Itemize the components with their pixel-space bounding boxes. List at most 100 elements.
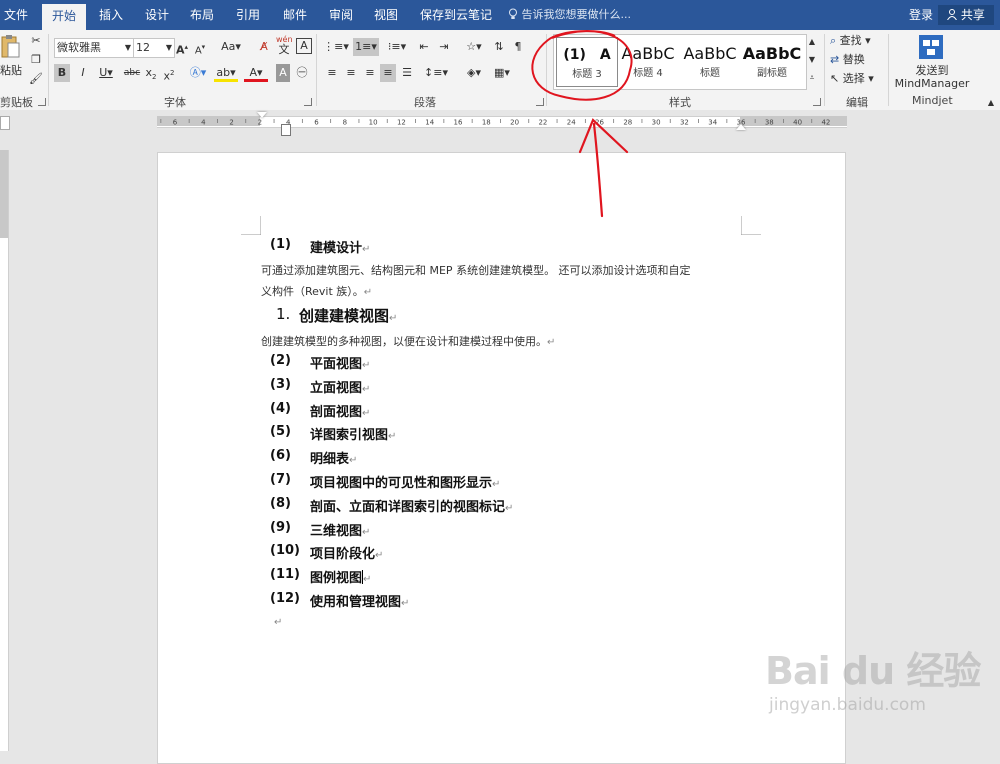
list-item-number: (6) [270, 448, 291, 464]
clear-format-icon[interactable]: A̸ [256, 38, 272, 56]
font-name-select[interactable]: 微软雅黑 ▼ [54, 38, 134, 58]
list-item[interactable]: 剖面、立面和详图索引的视图标记↵ [310, 496, 513, 515]
list-item[interactable]: 立面视图↵ [310, 377, 370, 396]
shading-icon[interactable]: ◈▾ [462, 64, 486, 82]
enclose-char-icon[interactable]: ㊀ [294, 64, 310, 82]
list-item[interactable]: 使用和管理视图↵ [310, 591, 409, 610]
list-item[interactable]: 详图索引视图↵ [310, 424, 396, 443]
copy-icon[interactable]: ❐ [28, 51, 44, 69]
style-heading4[interactable]: AaBbC 标题 4 [618, 37, 678, 85]
tab-references[interactable]: 引用 [236, 0, 260, 30]
paragraph2[interactable]: 创建建筑模型的多种视图，以便在设计和建模过程中使用。↵ [261, 333, 555, 349]
tab-selector[interactable] [0, 116, 10, 130]
underline-icon[interactable]: U▾ [95, 64, 117, 82]
list-item[interactable]: 项目阶段化↵ [310, 543, 383, 562]
mindmanager-icon[interactable] [918, 34, 944, 60]
numbering-icon[interactable]: 1≡▾ [353, 38, 379, 56]
find-button[interactable]: ⌕ 查找 ▾ [830, 32, 871, 50]
tab-home[interactable]: 开始 [42, 4, 87, 30]
chinese-layout-icon[interactable]: ☆▾ [462, 38, 486, 56]
highlight-icon[interactable]: ab▾ [214, 64, 238, 82]
tab-insert[interactable]: 插入 [99, 0, 123, 30]
tab-design[interactable]: 设计 [145, 0, 169, 30]
heading2[interactable]: 创建建模视图↵ [299, 305, 397, 326]
increase-indent-icon[interactable]: ⇥ [436, 38, 452, 56]
gallery-down-icon[interactable]: ▼ [806, 52, 818, 68]
cut-icon[interactable]: ✂ [28, 32, 44, 50]
first-line-indent-marker[interactable] [257, 112, 267, 118]
align-left-icon[interactable]: ≡ [324, 64, 340, 82]
tab-view[interactable]: 视图 [374, 0, 398, 30]
multilevel-list-icon[interactable]: ⁝≡▾ [384, 38, 410, 56]
ruler-label: 24 [567, 119, 576, 127]
format-painter-icon[interactable]: 🖌 [28, 70, 44, 88]
phonetic-guide-icon[interactable]: wén 文 [276, 35, 293, 56]
list-item[interactable]: 剖面视图↵ [310, 401, 370, 420]
tab-cloud-notes[interactable]: 保存到云笔记 [420, 0, 492, 30]
subscript-icon[interactable]: x2 [143, 64, 159, 82]
select-button[interactable]: ↖ 选择 ▾ [830, 70, 874, 88]
style-heading3[interactable]: (1) A 标题 3 [556, 37, 618, 87]
gallery-up-icon[interactable]: ▲ [806, 34, 818, 50]
change-case-icon[interactable]: Aa▾ [218, 38, 244, 56]
list-item[interactable]: 三维视图↵ [310, 520, 370, 539]
style-subtitle[interactable]: AaBbC 副标题 [742, 37, 802, 85]
char-shading-icon[interactable]: A [276, 64, 290, 82]
person-icon [947, 9, 957, 21]
superscript-icon[interactable]: x2 [161, 64, 177, 83]
login-link[interactable]: 登录 [909, 0, 933, 30]
paragraph1-line1[interactable]: 可通过添加建筑图元、结构图元和 MEP 系统创建建筑模型。 还可以添加设计选项和… [261, 262, 691, 278]
list-item[interactable]: 图例视图↵ [310, 567, 371, 586]
italic-icon[interactable]: I [75, 64, 91, 82]
grow-font-icon[interactable]: A▴ [176, 38, 188, 57]
list-item[interactable]: 项目视图中的可见性和图形显示↵ [310, 472, 500, 491]
tab-review[interactable]: 审阅 [329, 0, 353, 30]
ruler-label: 38 [765, 119, 774, 127]
clipboard-group-label: 剪贴板 [0, 96, 33, 109]
tell-me-box[interactable]: 告诉我您想要做什么... [508, 0, 631, 30]
distribute-icon[interactable]: ☰ [399, 64, 415, 82]
bullets-icon[interactable]: ⋮≡▾ [322, 38, 350, 56]
paste-button[interactable] [0, 34, 20, 64]
paragraph-mark: ↵ [274, 617, 283, 628]
justify-icon[interactable]: ≡ [380, 64, 396, 82]
paragraph-launcher-icon[interactable] [536, 98, 544, 106]
heading1[interactable]: 建模设计↵ [310, 237, 370, 256]
shrink-font-icon[interactable]: A▾ [194, 38, 206, 56]
bold-icon[interactable]: B [54, 64, 70, 82]
share-button[interactable]: 共享 [938, 5, 994, 25]
list-item[interactable]: 明细表↵ [310, 448, 357, 467]
left-indent-marker[interactable] [281, 124, 291, 136]
paragraph-mark: ↵ [505, 502, 514, 514]
divider [48, 34, 49, 106]
clipboard-launcher-icon[interactable] [38, 98, 46, 106]
font-size-select[interactable]: 12 ▼ [133, 38, 175, 58]
right-indent-marker[interactable] [736, 124, 746, 130]
paragraph1-line2[interactable]: 义构件（Revit 族）。↵ [261, 283, 372, 299]
decrease-indent-icon[interactable]: ⇤ [416, 38, 432, 56]
tab-mailings[interactable]: 邮件 [283, 0, 307, 30]
align-center-icon[interactable]: ≡ [343, 64, 359, 82]
gallery-more-icon[interactable]: ⩡ [806, 70, 818, 86]
document-page[interactable]: (1) 建模设计↵ 可通过添加建筑图元、结构图元和 MEP 系统创建建筑模型。 … [157, 152, 846, 764]
char-border-icon[interactable]: A [296, 38, 312, 54]
watermark-url: jingyan.baidu.com [769, 695, 926, 715]
font-color-icon[interactable]: A▾ [244, 64, 268, 82]
style-title[interactable]: AaBbC 标题 [680, 37, 740, 85]
styles-gallery[interactable]: (1) A 标题 3 AaBbC 标题 4 AaBbC 标题 AaBbC 副标题 [553, 34, 807, 90]
sort-icon[interactable]: ⇅ [491, 38, 507, 56]
tab-layout[interactable]: 布局 [190, 0, 214, 30]
font-launcher-icon[interactable] [304, 98, 312, 106]
borders-icon[interactable]: ▦▾ [490, 64, 514, 82]
paragraph-mark: ↵ [362, 244, 371, 255]
show-marks-icon[interactable]: ¶ [510, 38, 526, 56]
replace-button[interactable]: ⇄ 替换 [830, 51, 865, 69]
line-spacing-icon[interactable]: ↕≡▾ [424, 64, 448, 82]
strikethrough-icon[interactable]: abc [123, 64, 141, 82]
style-launcher-icon[interactable] [813, 98, 821, 106]
tab-file[interactable]: 文件 [4, 0, 28, 30]
list-item[interactable]: 平面视图↵ [310, 353, 370, 372]
align-right-icon[interactable]: ≡ [362, 64, 378, 82]
text-effects-icon[interactable]: Ⓐ▾ [186, 64, 210, 82]
vertical-ruler[interactable] [0, 150, 9, 751]
